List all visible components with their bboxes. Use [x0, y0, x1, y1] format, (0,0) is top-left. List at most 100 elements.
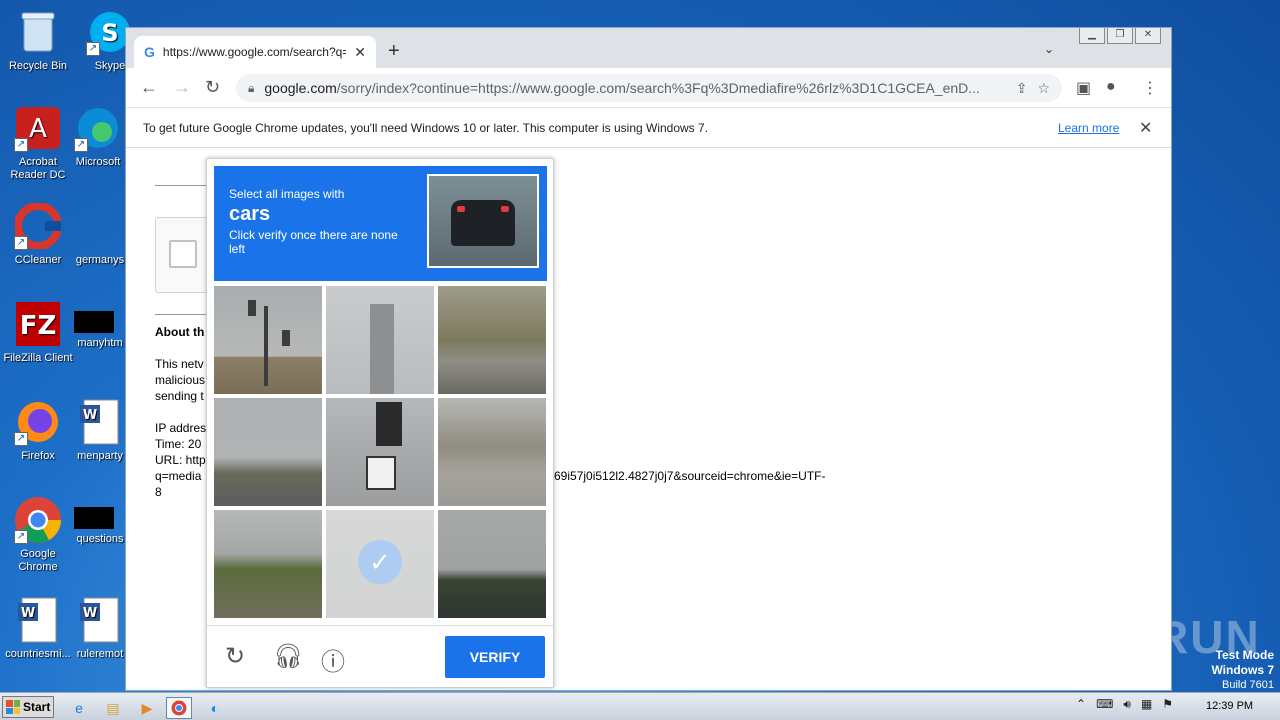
forward-icon[interactable]: → — [173, 77, 191, 98]
system-tray: ⌃ ⌨ 🔊︎ ▦ ⚑ — [1076, 697, 1173, 712]
url-line: 8 — [155, 485, 162, 499]
tab-title: https://www.google.com/search?q= — [162, 45, 347, 59]
desktop-icon-label: germanys — [75, 254, 125, 266]
captcha-tile[interactable] — [326, 286, 434, 394]
tail-light — [457, 206, 465, 212]
desktop-icon-label: Skype — [94, 60, 126, 72]
show-hidden-icons-icon[interactable]: ⌃ — [1076, 697, 1086, 712]
svg-text:A: A — [29, 114, 47, 144]
svg-text:W: W — [83, 408, 97, 423]
desktop-icon-label: Recycle Bin — [8, 60, 68, 72]
desktop-icon-label: questions — [76, 533, 124, 545]
desktop-icon-label: Firefox — [21, 450, 55, 462]
action-center-flag-icon[interactable]: ⚑ — [1162, 697, 1173, 712]
traffic-light — [282, 330, 290, 346]
browser-toolbar: ← → ↻ 🔒︎ google.com/sorry/index?continue… — [126, 68, 1171, 108]
close-tab-icon[interactable]: ✕ — [354, 44, 366, 61]
info-icon[interactable]: ⓘ — [321, 642, 345, 677]
keyboard-icon[interactable]: ⌨ — [1096, 697, 1113, 712]
reload-challenge-icon[interactable]: ↻ — [225, 642, 245, 671]
menu-kebab-icon[interactable]: ⋮ — [1142, 78, 1158, 98]
start-button[interactable]: Start — [2, 696, 54, 718]
address-bar[interactable]: 🔒︎ google.com/sorry/index?continue=https… — [236, 74, 1062, 102]
svg-text:FZ: FZ — [20, 311, 57, 341]
acrobat-icon: A ↗ — [14, 104, 62, 152]
captcha-tile[interactable] — [438, 286, 546, 394]
captcha-tile-selected[interactable]: ✓ — [326, 510, 434, 618]
new-tab-icon[interactable]: + — [388, 40, 400, 63]
shortcut-arrow-icon: ↗ — [14, 138, 28, 152]
close-window-icon[interactable]: ✕ — [1135, 28, 1161, 44]
internet-explorer-icon[interactable]: e — [66, 697, 92, 719]
word-document-icon: W — [76, 596, 124, 644]
checkmark-icon: ✓ — [358, 540, 402, 584]
test-mode-label: Test Mode Windows 7 Build 7601 — [1211, 648, 1274, 692]
browser-tab[interactable]: G https://www.google.com/search?q= ✕ — [134, 36, 376, 68]
captcha-tile[interactable] — [214, 398, 322, 506]
image-grid: ✓ — [214, 286, 547, 619]
desktop-icon-label: countriesmi... — [5, 648, 71, 660]
close-infobar-icon[interactable]: ✕ — [1139, 118, 1152, 138]
captcha-tile[interactable] — [214, 286, 322, 394]
traffic-light — [376, 402, 402, 446]
back-icon[interactable]: ← — [140, 77, 158, 98]
shortcut-arrow-icon: ↗ — [14, 530, 28, 544]
filezilla-icon: FZ — [14, 300, 62, 348]
captcha-tile[interactable] — [326, 398, 434, 506]
recaptcha-checkbox[interactable] — [169, 240, 197, 268]
share-icon[interactable]: ⇪ — [1016, 80, 1028, 97]
ip-address-line: IP addres — [155, 421, 207, 435]
traffic-pole — [264, 306, 268, 386]
instruction-keyword: cars — [229, 203, 271, 225]
profile-avatar-icon[interactable]: ● — [1106, 78, 1116, 96]
window-controls: ▁ ❐ ✕ — [1079, 28, 1161, 44]
edge-taskbar-icon[interactable]: ◐ — [202, 697, 228, 719]
reload-icon[interactable]: ↻ — [205, 77, 220, 98]
paragraph-line: sending t — [155, 389, 204, 403]
recycle-bin-icon — [14, 8, 62, 56]
url-line: q=media — [155, 469, 202, 483]
volume-icon[interactable]: 🔊︎ — [1123, 697, 1131, 712]
ccleaner-icon: ↗ — [14, 202, 62, 250]
captcha-tile[interactable] — [214, 510, 322, 618]
os-name: Windows 7 — [1211, 663, 1274, 677]
captcha-tile[interactable] — [438, 398, 546, 506]
url-path: /sorry/index?continue=https://www.google… — [336, 80, 980, 96]
word-document-icon: W — [14, 596, 62, 644]
chrome-taskbar-icon[interactable] — [166, 697, 192, 719]
paragraph-line: This netv — [155, 357, 204, 371]
bookmark-star-icon[interactable]: ☆ — [1037, 80, 1050, 97]
tab-search-icon[interactable]: ⌄ — [1044, 42, 1054, 56]
shortcut-arrow-icon: ↗ — [86, 42, 100, 56]
tail-light — [501, 206, 509, 212]
media-player-icon[interactable]: ▶ — [134, 697, 160, 719]
word-document-icon: W — [76, 398, 124, 446]
captcha-tile[interactable] — [438, 510, 546, 618]
shortcut-arrow-icon: ↗ — [14, 432, 28, 446]
side-panel-icon[interactable]: ▣ — [1076, 78, 1091, 98]
audio-challenge-icon[interactable]: 🎧︎ — [273, 642, 303, 671]
explorer-folder-icon[interactable]: ▤ — [100, 697, 126, 719]
taskbar: Start e ▤ ▶ ◐ ⌃ ⌨ 🔊︎ ▦ ⚑ 12:39 PM — [0, 692, 1280, 720]
redacted-icon — [74, 507, 114, 529]
time-line: Time: 20 — [155, 437, 202, 451]
verify-button[interactable]: VERIFY — [445, 636, 545, 678]
firefox-icon: ↗ — [14, 398, 62, 446]
network-icon[interactable]: ▦ — [1141, 697, 1152, 712]
challenge-footer: ↻ 🎧︎ ⓘ VERIFY — [207, 625, 553, 689]
minimize-icon[interactable]: ▁ — [1079, 28, 1105, 44]
lock-icon: 🔒︎ — [248, 80, 255, 95]
shortcut-arrow-icon: ↗ — [14, 236, 28, 250]
restore-icon[interactable]: ❐ — [1107, 28, 1133, 44]
instruction-hint: Click verify once there are none left — [229, 228, 398, 256]
taskbar-clock[interactable]: 12:39 PM — [1206, 700, 1253, 712]
update-infobar: To get future Google Chrome updates, you… — [126, 108, 1171, 148]
desktop-icon-recycle-bin[interactable]: Recycle Bin — [0, 8, 76, 73]
shortcut-arrow-icon: ↗ — [74, 138, 88, 152]
desktop-icon-label: menparty — [77, 450, 123, 462]
start-label: Start — [23, 700, 51, 714]
instruction-line: Select all images with — [229, 187, 345, 201]
learn-more-link[interactable]: Learn more — [1058, 121, 1119, 135]
url-text: google.com/sorry/index?continue=https://… — [264, 80, 1005, 96]
no-turn-sign — [366, 456, 396, 490]
